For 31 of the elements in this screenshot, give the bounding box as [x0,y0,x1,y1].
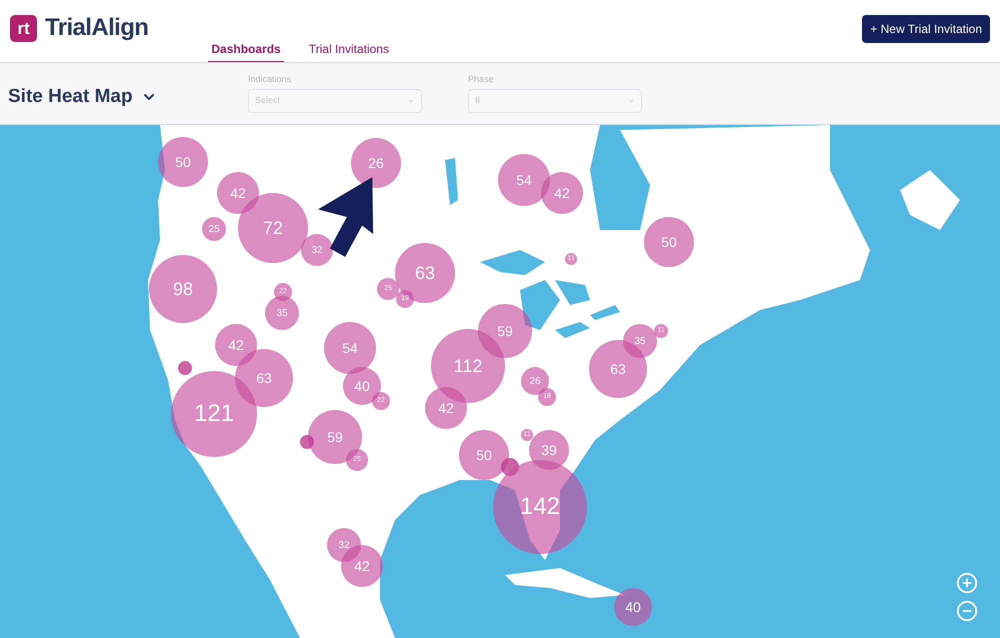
site-bubble[interactable]: 54 [498,154,550,206]
view-title: Site Heat Map [8,85,133,109]
zoom-in-icon[interactable] [956,572,978,594]
site-bubble[interactable]: 59 [478,304,532,358]
site-bubble[interactable]: 50 [644,217,694,267]
site-bubble[interactable]: 42 [541,172,583,214]
site-bubble[interactable]: 42 [425,387,467,429]
site-bubble[interactable]: 32 [327,528,361,562]
site-bubble[interactable]: 25 [202,217,226,241]
filter-dropdown[interactable]: II [468,88,642,112]
filter-label: Phase [468,73,495,86]
site-bubble[interactable]: 54 [324,322,376,374]
site-bubble[interactable]: 98 [149,255,217,323]
logo-mark: rt [10,14,37,42]
site-bubble[interactable]: 35 [265,296,299,330]
site-bubble[interactable]: 35 [623,324,657,358]
site-bubble[interactable]: 40 [614,588,652,626]
site-bubble[interactable]: 63 [235,349,293,407]
zoom-out-icon[interactable] [956,600,978,622]
site-bubble[interactable]: 32 [301,234,333,266]
site-bubble[interactable]: 50 [158,137,208,187]
new-trial-invitation-button[interactable]: + New Trial Invitation [862,15,990,43]
site-bubble[interactable]: 121 [171,371,257,457]
site-bubble[interactable]: 26 [351,138,401,188]
site-bubble[interactable]: 50 [459,430,509,480]
app-name: TrialAlign [45,13,148,43]
site-bubble[interactable]: 42 [215,324,257,366]
nav-tab[interactable]: Trial Invitations [306,40,392,65]
site-bubble[interactable]: 142 [493,460,587,554]
site-bubble[interactable]: 42 [217,172,259,214]
filter-label: Indications [248,73,292,86]
